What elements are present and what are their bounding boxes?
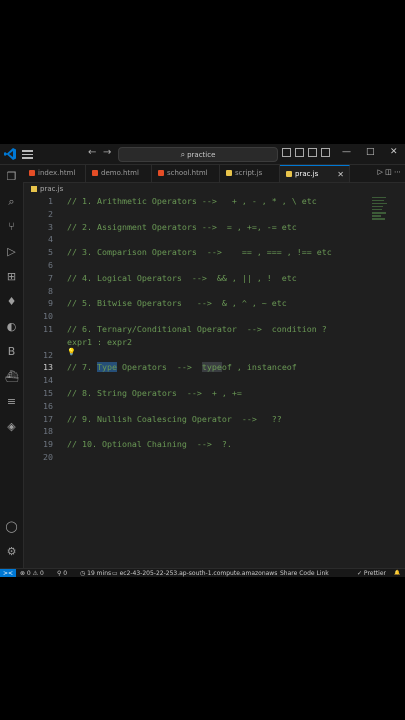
html-file-icon <box>158 170 164 176</box>
tab-school-html[interactable]: school.html <box>152 165 220 182</box>
run-debug-icon[interactable]: ▷ <box>5 245 18 258</box>
code-line: 2 <box>48 208 53 219</box>
title-bar: ← → ⌕ practice — □ ✕ <box>0 144 405 165</box>
js-file-icon <box>286 171 292 177</box>
code-line: 11// 6. Ternary/Conditional Operator -->… <box>43 324 327 334</box>
bootstrap-icon[interactable]: B <box>5 345 18 358</box>
command-center-search[interactable]: ⌕ practice <box>118 147 278 162</box>
minimize-button[interactable]: — <box>342 147 351 157</box>
js-file-icon <box>226 170 232 176</box>
code-editor[interactable]: 1// 1. Arithmetic Operators --> + , - , … <box>23 195 368 565</box>
code-line: 19// 10. Optional Chaining --> ?. <box>43 439 232 450</box>
js-file-icon <box>31 186 37 192</box>
code-line: 16 <box>43 400 53 411</box>
breadcrumb[interactable]: prac.js <box>31 184 63 194</box>
status-bar: >< ⊗ 0 ⚠ 0 ⚲ 0 ◷ 19 mins ▭ ec2-43-205-22… <box>0 568 405 577</box>
tab-prac-js[interactable]: prac.js ✕ <box>280 165 350 182</box>
activity-bar: ❐ ⌕ ⑂ ▷ ⊞ ♦ ◐ B ⛴ ≡ ◈ ◯ ⚙ <box>0 165 24 568</box>
code-line: 18 <box>43 426 53 437</box>
extensions-icon[interactable]: ⊞ <box>5 270 18 283</box>
code-line: 9// 5. Bitwise Operators --> & , ^ , ~ e… <box>48 298 287 309</box>
selected-word: Type <box>96 362 117 373</box>
source-control-icon[interactable]: ⑂ <box>5 220 18 233</box>
back-arrow-icon[interactable]: ← <box>88 147 96 158</box>
prettier-status[interactable]: ✓ Prettier <box>357 569 386 577</box>
code-line: 17// 9. Nullish Coalescing Operator --> … <box>43 413 282 424</box>
search-icon: ⌕ <box>180 150 186 159</box>
minimap[interactable] <box>372 195 392 225</box>
remote-host[interactable]: ▭ ec2-43-205-22-253.ap-south-1.compute.a… <box>112 569 277 577</box>
search-text: practice <box>187 151 216 159</box>
session-time[interactable]: ◷ 19 mins <box>80 569 111 577</box>
settings-gear-icon[interactable]: ⚙ <box>5 545 18 558</box>
html-file-icon <box>92 170 98 176</box>
notifications-bell-icon[interactable]: 🔔 <box>394 569 400 577</box>
layers-icon[interactable]: ◈ <box>5 420 18 433</box>
customize-layout-icon[interactable] <box>321 148 330 157</box>
code-line: 15// 8. String Operators --> + , += <box>43 388 242 398</box>
code-line: 7// 4. Logical Operators --> && , || , !… <box>48 272 297 283</box>
split-editor-icon[interactable]: ◫ <box>385 168 392 176</box>
vscode-window: ← → ⌕ practice — □ ✕ ❐ ⌕ ⑂ ▷ ⊞ ♦ ◐ B ⛴ ≡ … <box>0 144 405 577</box>
code-line: 14 <box>43 375 53 386</box>
live-share-icon[interactable]: ◐ <box>5 320 18 333</box>
code-line: 5// 3. Comparison Operators --> == , ===… <box>48 247 332 258</box>
lightbulb-icon[interactable]: 💡 <box>67 348 76 355</box>
code-line: 3// 2. Assignment Operators --> = , +=, … <box>48 221 297 232</box>
explorer-icon[interactable]: ❐ <box>5 170 18 183</box>
toggle-sidebar-icon[interactable] <box>282 148 291 157</box>
database-icon[interactable]: ≡ <box>5 395 18 408</box>
vscode-logo-icon <box>4 148 16 160</box>
close-window-button[interactable]: ✕ <box>390 147 398 157</box>
account-icon[interactable]: ◯ <box>5 520 18 533</box>
run-icon[interactable]: ▷ <box>378 168 383 176</box>
editor-tabs: index.html demo.html school.html script.… <box>23 165 405 183</box>
toggle-secondary-sidebar-icon[interactable] <box>308 148 317 157</box>
more-actions-icon[interactable]: ⋯ <box>394 168 401 176</box>
docker-icon[interactable]: ⛴ <box>5 370 19 383</box>
vertical-scrollbar[interactable] <box>398 195 404 563</box>
problems-indicator[interactable]: ⊗ 0 ⚠ 0 <box>20 569 44 577</box>
close-tab-icon[interactable]: ✕ <box>337 166 344 183</box>
tab-demo-html[interactable]: demo.html <box>86 165 152 182</box>
tab-index-html[interactable]: index.html <box>23 165 86 182</box>
search-icon[interactable]: ⌕ <box>5 195 18 208</box>
code-line: 1// 1. Arithmetic Operators --> + , - , … <box>48 196 317 206</box>
code-line: 20 <box>43 452 53 462</box>
forward-arrow-icon[interactable]: → <box>103 147 111 158</box>
code-line-wrapped: expr1 : expr2 <box>67 336 132 347</box>
mongodb-icon[interactable]: ♦ <box>5 295 18 308</box>
code-line: 8 <box>48 285 53 296</box>
editor-actions: ▷ ◫ ⋯ <box>378 168 401 176</box>
code-line: 4 <box>48 234 53 245</box>
server-icon: ▭ <box>112 570 120 577</box>
tab-script-js[interactable]: script.js <box>220 165 280 182</box>
code-line: 6 <box>48 260 53 270</box>
code-line-current: 13// 7. Type Operators --> typeof , inst… <box>43 362 297 373</box>
html-file-icon <box>29 170 35 176</box>
share-code-link[interactable]: Share Code Link <box>280 569 329 577</box>
ports-indicator[interactable]: ⚲ 0 <box>57 569 67 577</box>
menu-icon[interactable] <box>22 148 33 159</box>
code-line: 10 <box>43 311 53 322</box>
remote-indicator-icon[interactable]: >< <box>0 569 16 577</box>
maximize-button[interactable]: □ <box>366 147 375 157</box>
word-highlight: type <box>201 362 222 373</box>
toggle-panel-icon[interactable] <box>295 148 304 157</box>
